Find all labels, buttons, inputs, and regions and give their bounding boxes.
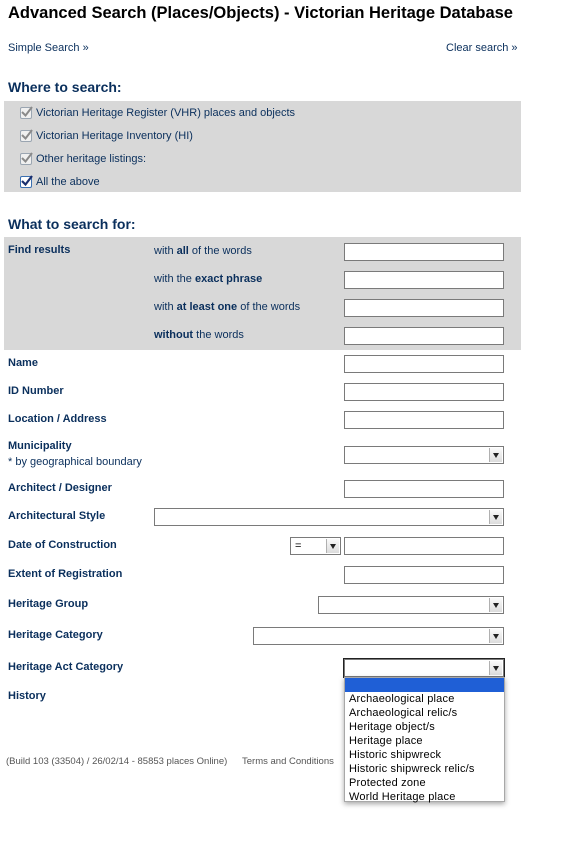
all-words-input[interactable] [344,243,504,261]
heritage-act-category-label: Heritage Act Category [8,661,124,673]
dropdown-option[interactable]: Heritage object/s [345,720,504,734]
heritage-act-category-dropdown: Archaeological place Archaeological reli… [344,677,505,804]
extent-input[interactable] [344,566,504,584]
at-least-one-label: with at least one of the words [154,301,301,313]
at-least-one-input[interactable] [344,299,504,317]
architect-label: Architect / Designer [8,482,112,494]
dropdown-option[interactable] [345,678,504,692]
id-number-input[interactable] [344,383,504,401]
extent-label: Extent of Registration [8,568,123,580]
page-title: Advanced Search (Places/Objects) - Victo… [8,4,513,22]
terms-link[interactable]: Terms and Conditions [242,756,334,767]
architect-input[interactable] [344,480,504,498]
dropdown-option[interactable]: Historic shipwreck relic/s [345,762,504,776]
dropdown-option[interactable]: Heritage place [345,734,504,748]
municipality-note: * by geographical boundary [8,456,142,468]
heritage-category-label: Heritage Category [8,629,103,641]
municipality-select[interactable] [344,446,504,464]
what-to-search-heading: What to search for: [8,216,136,232]
option-other-listings-label: Other heritage listings: [36,153,147,165]
date-operator-select[interactable]: = [290,537,341,555]
exact-phrase-label: with the exact phrase [154,273,263,285]
exact-phrase-input[interactable] [344,271,504,289]
chevron-down-icon [489,510,502,524]
heritage-group-select[interactable] [318,596,504,614]
option-hi[interactable]: Victorian Heritage Inventory (HI) [20,127,193,145]
option-all-label: All the above [36,176,100,188]
arch-style-select[interactable] [154,508,504,526]
heritage-category-select[interactable] [253,627,504,645]
dropdown-option[interactable]: World Heritage place [345,790,504,804]
arch-style-label: Architectural Style [8,510,106,522]
checkbox-checked-icon[interactable] [20,152,33,165]
dropdown-option[interactable]: Historic shipwreck [345,748,504,762]
option-hi-label: Victorian Heritage Inventory (HI) [36,130,193,142]
chevron-down-icon [489,598,502,612]
all-words-label: with all of the words [154,245,252,257]
option-all[interactable]: All the above [20,173,100,191]
history-label: History [8,690,46,702]
option-vhr[interactable]: Victorian Heritage Register (VHR) places… [20,104,295,122]
where-to-search-heading: Where to search: [8,79,122,95]
build-info: (Build 103 (33504) / 26/02/14 - 85853 pl… [6,756,228,767]
location-input[interactable] [344,411,504,429]
heritage-group-label: Heritage Group [8,598,89,610]
date-construction-label: Date of Construction [8,539,117,551]
clear-search-link[interactable]: Clear search » [446,42,518,54]
checkbox-checked-icon[interactable] [20,175,33,188]
without-words-input[interactable] [344,327,504,345]
option-vhr-label: Victorian Heritage Register (VHR) places… [36,107,296,119]
date-construction-input[interactable] [344,537,504,555]
option-other-listings[interactable]: Other heritage listings: [20,150,146,168]
chevron-down-icon [489,661,502,675]
date-operator-value: = [295,540,302,552]
name-input[interactable] [344,355,504,373]
checkbox-checked-icon[interactable] [20,129,33,142]
dropdown-option[interactable]: Archaeological place [345,692,504,706]
name-label: Name [8,357,38,369]
chevron-down-icon [489,448,502,462]
chevron-down-icon [326,539,339,553]
without-words-label: without the words [154,329,244,341]
simple-search-link[interactable]: Simple Search » [8,42,89,54]
municipality-label: Municipality [8,440,72,452]
heritage-act-category-select[interactable] [343,658,505,678]
location-label: Location / Address [8,413,107,425]
dropdown-option[interactable]: Protected zone [345,776,504,790]
checkbox-checked-icon[interactable] [20,106,33,119]
dropdown-option[interactable]: Archaeological relic/s [345,706,504,720]
find-results-label: Find results [8,244,71,256]
chevron-down-icon [489,629,502,643]
id-number-label: ID Number [8,385,64,397]
